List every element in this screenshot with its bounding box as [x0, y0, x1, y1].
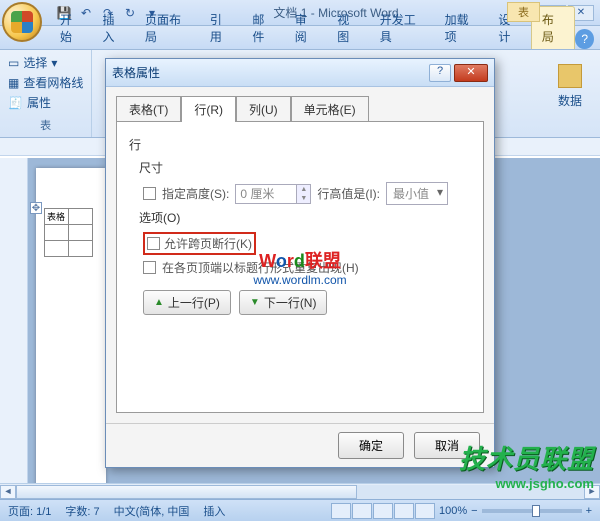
tab-developer[interactable]: 开发工具: [370, 7, 435, 49]
table-cell[interactable]: [69, 241, 93, 257]
tab-review[interactable]: 审阅: [285, 7, 327, 49]
dialog-tab-column[interactable]: 列(U): [236, 96, 291, 122]
document-table[interactable]: 表格: [44, 208, 93, 257]
dialog-title: 表格属性: [112, 64, 429, 81]
size-heading: 尺寸: [139, 159, 471, 176]
dialog-footer: 确定 取消: [106, 423, 494, 467]
table-move-handle-icon[interactable]: ✥: [30, 202, 42, 214]
arrow-down-icon: ▼: [250, 297, 260, 308]
repeat-header-checkbox[interactable]: [143, 261, 156, 274]
arrow-up-icon: ▲: [154, 297, 164, 308]
tab-references[interactable]: 引用: [200, 7, 242, 49]
zoom-level[interactable]: 100%: [439, 505, 467, 517]
corner-brand: 技术员联盟 www.jsgho.com: [459, 439, 594, 491]
tab-addins[interactable]: 加载项: [435, 7, 489, 49]
zoom-slider[interactable]: [482, 509, 582, 513]
table-properties-dialog: 表格属性 ? ✕ 表格(T) 行(R) 列(U) 单元格(E) 行 尺寸 指定高…: [105, 58, 495, 468]
view-draft-icon[interactable]: [415, 503, 435, 519]
data-button[interactable]: 数据: [550, 54, 590, 118]
view-outline-icon[interactable]: [394, 503, 414, 519]
status-page[interactable]: 页面: 1/1: [8, 503, 51, 519]
dialog-tabs: 表格(T) 行(R) 列(U) 单元格(E): [106, 87, 494, 121]
scroll-left-icon[interactable]: ◄: [0, 485, 16, 499]
allow-break-label: 允许跨页断行(K): [164, 235, 252, 252]
dialog-tab-cell[interactable]: 单元格(E): [291, 96, 369, 122]
office-logo-icon: [11, 11, 33, 33]
help-icon[interactable]: ?: [575, 29, 594, 49]
view-fullscreen-icon[interactable]: [352, 503, 372, 519]
specify-height-checkbox[interactable]: [143, 187, 156, 200]
table-cell[interactable]: [69, 209, 93, 225]
view-buttons: [331, 503, 435, 519]
prev-row-button[interactable]: ▲上一行(P): [143, 290, 231, 315]
table-cell[interactable]: [45, 241, 69, 257]
view-web-icon[interactable]: [373, 503, 393, 519]
tab-page-layout[interactable]: 页面布局: [135, 7, 200, 49]
allow-break-checkbox[interactable]: [147, 237, 160, 250]
next-row-button[interactable]: ▼下一行(N): [239, 290, 328, 315]
dialog-title-bar[interactable]: 表格属性 ? ✕: [106, 59, 494, 87]
height-spinner[interactable]: ▲▼: [235, 184, 311, 204]
scroll-thumb[interactable]: [16, 485, 357, 499]
dialog-tab-table[interactable]: 表格(T): [116, 96, 181, 122]
view-gridlines-button[interactable]: ▦ 查看网格线: [8, 74, 83, 91]
ribbon-tab-strip: 开始 插入 页面布局 引用 邮件 审阅 视图 开发工具 加载项 设计 布局 ?: [0, 26, 600, 50]
data-icon: [558, 64, 582, 88]
ribbon-group-data: 数据: [540, 50, 600, 137]
allow-break-highlight: 允许跨页断行(K): [143, 232, 256, 255]
zoom-in-icon[interactable]: +: [586, 505, 592, 517]
ribbon-group-label: 表: [8, 117, 83, 133]
dialog-panel: 行 尺寸 指定高度(S): ▲▼ 行高值是(I): 最小值 选项(O) 允许跨页…: [116, 121, 484, 413]
status-language[interactable]: 中文(简体, 中国: [114, 503, 190, 519]
corner-brand-title: 技术员联盟: [459, 439, 594, 476]
properties-button[interactable]: 🧾 属性: [8, 94, 83, 111]
dialog-tab-row[interactable]: 行(R): [181, 96, 236, 122]
zoom-thumb[interactable]: [532, 505, 540, 517]
table-cell[interactable]: [69, 225, 93, 241]
office-button[interactable]: [2, 2, 42, 42]
tab-insert[interactable]: 插入: [92, 7, 134, 49]
options-heading: 选项(O): [139, 209, 471, 226]
tab-mailings[interactable]: 邮件: [242, 7, 284, 49]
status-bar: 页面: 1/1 字数: 7 中文(简体, 中国 插入 100% − +: [0, 499, 600, 521]
repeat-header-label: 在各页顶端以标题行形式重复出现(H): [162, 259, 359, 276]
dialog-close-button[interactable]: ✕: [454, 64, 488, 82]
zoom-out-icon[interactable]: −: [471, 505, 477, 517]
tab-view[interactable]: 视图: [327, 7, 369, 49]
row-height-mode-select[interactable]: 最小值: [386, 182, 448, 205]
status-insert-mode[interactable]: 插入: [203, 503, 225, 519]
tab-home[interactable]: 开始: [50, 7, 92, 49]
ok-button[interactable]: 确定: [338, 432, 404, 459]
spinner-up-icon[interactable]: ▲: [296, 185, 310, 194]
height-input[interactable]: [236, 185, 296, 203]
ribbon-group-table: ▭ 选择 ▾ ▦ 查看网格线 🧾 属性 表: [0, 50, 92, 137]
document-page[interactable]: ✥ 表格: [36, 168, 106, 499]
contextual-tab-label: 表: [507, 2, 540, 22]
view-print-layout-icon[interactable]: [331, 503, 351, 519]
vertical-ruler[interactable]: [0, 158, 28, 499]
status-words[interactable]: 字数: 7: [65, 503, 99, 519]
table-cell[interactable]: 表格: [45, 209, 69, 225]
row-height-is-label: 行高值是(I):: [317, 185, 380, 202]
corner-brand-url: www.jsgho.com: [459, 476, 594, 491]
select-button[interactable]: ▭ 选择 ▾: [8, 54, 83, 71]
spinner-down-icon[interactable]: ▼: [296, 194, 310, 203]
dialog-help-button[interactable]: ?: [429, 64, 451, 82]
specify-height-label: 指定高度(S):: [162, 185, 229, 202]
table-cell[interactable]: [45, 225, 69, 241]
row-heading: 行: [129, 136, 471, 153]
